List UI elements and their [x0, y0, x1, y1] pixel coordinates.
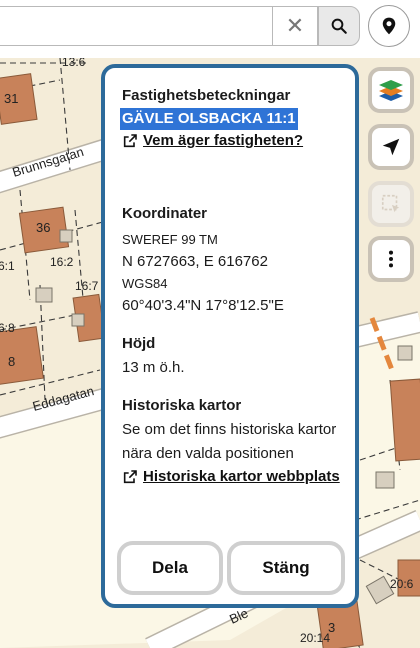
property-heading: Fastighetsbeteckningar — [122, 87, 291, 104]
historic-link[interactable]: Historiska kartor webbplats — [122, 466, 345, 488]
share-button[interactable]: Dela — [117, 541, 223, 595]
historic-text: nära den valda positionen — [122, 445, 294, 462]
map-label-plot: 20:14 — [300, 631, 330, 645]
owner-link-label: Vem äger fastigheten? — [143, 132, 304, 149]
map-label-plot: 20:6 — [390, 577, 414, 591]
map-label-plot: 6:1 — [0, 259, 15, 273]
map-label-plot: 16:7 — [75, 279, 99, 293]
external-link-icon — [123, 134, 137, 148]
select-area-icon — [381, 194, 400, 213]
search-button[interactable] — [318, 6, 360, 46]
navigate-button[interactable] — [368, 124, 414, 170]
coords-heading: Koordinater — [122, 205, 208, 222]
map-pin-icon — [382, 17, 396, 35]
more-options-button[interactable] — [368, 236, 414, 282]
owner-link[interactable]: Vem äger fastigheten? — [122, 130, 345, 152]
property-name[interactable]: GÄVLE OLSBACKA 11:1 — [120, 108, 298, 130]
search-input[interactable] — [0, 6, 272, 46]
map-label-plot: 31 — [4, 91, 18, 106]
layers-icon — [379, 80, 403, 101]
select-area-button[interactable] — [368, 181, 414, 227]
more-vertical-icon — [388, 250, 394, 268]
height-value: 13 m ö.h. — [122, 359, 185, 376]
map-label-plot: 8 — [8, 354, 15, 369]
historic-link-label: Historiska kartor webbplats — [143, 468, 340, 485]
layers-button[interactable] — [368, 67, 414, 113]
map-label-plot: 36 — [36, 220, 50, 235]
historic-text: Se om det finns historiska kartor — [122, 421, 337, 438]
map-label-plot: 16:2 — [50, 255, 74, 269]
historic-heading: Historiska kartor — [122, 397, 242, 414]
close-icon: ✕ — [285, 13, 305, 38]
search-icon — [331, 18, 347, 34]
wgs-label: WGS84 — [122, 276, 168, 291]
navigation-arrow-icon — [382, 138, 400, 156]
height-heading: Höjd — [122, 335, 156, 352]
map-label-plot: 6:8 — [0, 321, 15, 335]
property-info-panel: Fastighetsbeteckningar GÄVLE OLSBACKA 11… — [101, 64, 359, 608]
sweref-value: N 6727663, E 616762 — [122, 253, 268, 270]
locate-button[interactable] — [368, 5, 410, 47]
close-button[interactable]: Stäng — [227, 541, 345, 595]
sweref-label: SWEREF 99 TM — [122, 232, 218, 247]
clear-search-button[interactable]: ✕ — [272, 6, 318, 46]
wgs-value: 60°40'3.4"N 17°8'12.5"E — [122, 297, 284, 314]
external-link-icon — [123, 470, 137, 484]
